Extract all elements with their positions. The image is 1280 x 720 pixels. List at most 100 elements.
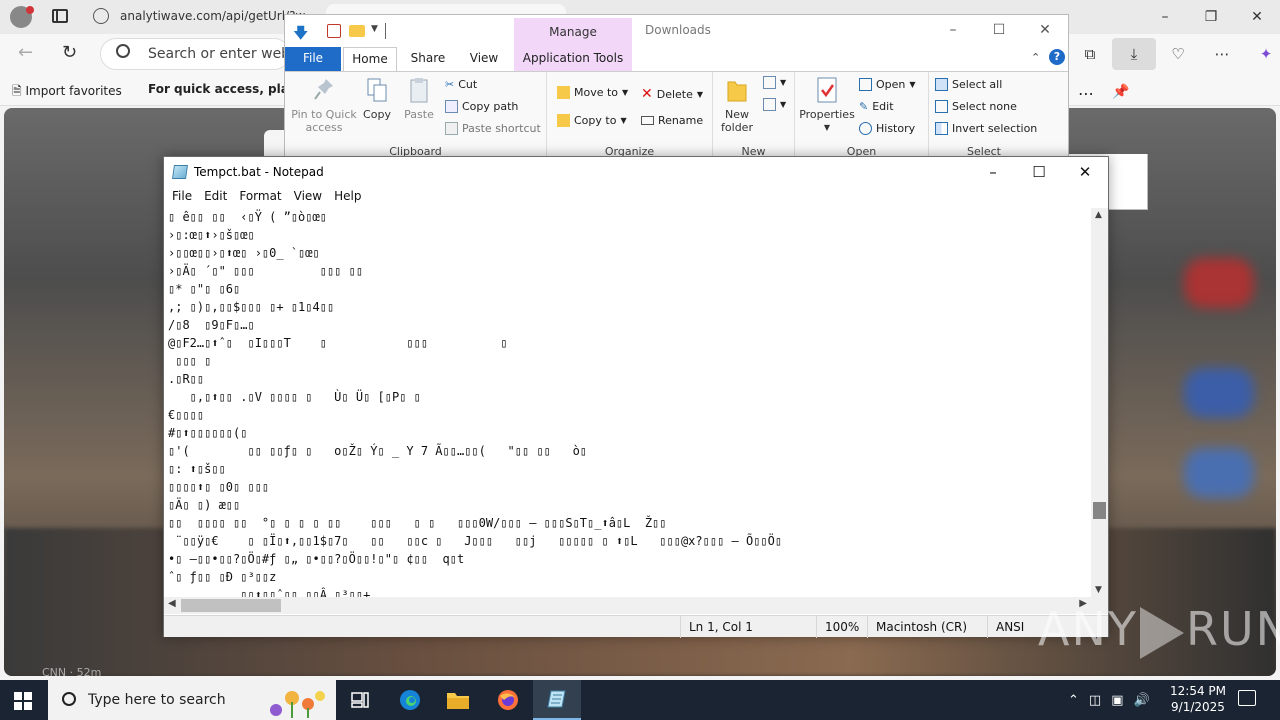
firefox-icon[interactable]	[484, 680, 532, 720]
invert-selection-button[interactable]: Invert selection	[935, 122, 1037, 135]
address-url[interactable]: analytiwave.com/api/getUrl/?w	[120, 9, 305, 23]
copilot-icon[interactable]: ✦	[1244, 38, 1280, 70]
performance-icon[interactable]: ♡	[1156, 38, 1200, 70]
network-icon[interactable]: ▣	[1111, 693, 1123, 708]
menu-format[interactable]: Format	[233, 187, 287, 207]
windows-start-icon[interactable]	[14, 692, 32, 710]
menu-edit[interactable]: Edit	[198, 187, 233, 207]
properties-qat-icon[interactable]: 🡇	[293, 23, 308, 48]
pin-quick-access-button[interactable]: Pin to Quick access	[289, 76, 359, 134]
select-all-button[interactable]: Select all	[935, 78, 1002, 91]
tab-application-tools[interactable]: Application Tools	[514, 47, 632, 71]
properties-button[interactable]: Properties ▼	[799, 76, 855, 134]
help-icon[interactable]: ?	[1049, 49, 1065, 65]
taskbar-search-placeholder[interactable]: Type here to search	[88, 692, 226, 708]
text-line: /▯8 ▯9▯F▯…▯	[168, 318, 255, 332]
paste-shortcut-label: Paste shortcut	[462, 122, 541, 135]
text-editor[interactable]: ▯ ê▯▯ ▯▯ ‹▯Ÿ ( ”▯ò▯œ▯ ›▯:œ▯⬆›▯š▯œ▯ ›▯▯œ▯…	[164, 208, 1091, 597]
rename-icon	[641, 116, 654, 125]
close-icon[interactable]: ✕	[1062, 157, 1108, 187]
profile-avatar[interactable]	[10, 6, 34, 28]
menu-view[interactable]: View	[288, 187, 328, 207]
system-tray: ⌃ ◫ ▣ 🔊	[1068, 680, 1150, 720]
tab-share[interactable]: Share	[403, 47, 453, 71]
import-favorites-link[interactable]: 🗎 Import favorites	[12, 82, 122, 103]
horizontal-scroll-thumb[interactable]	[181, 599, 281, 612]
copy-button[interactable]: Copy	[357, 76, 397, 121]
minimize-icon[interactable]: –	[930, 15, 976, 45]
refresh-icon[interactable]: ↻	[62, 42, 77, 63]
edit-icon: ✎	[859, 100, 869, 113]
downloads-icon[interactable]: ⤓	[1112, 38, 1156, 70]
new-folder-button[interactable]: New folder	[715, 76, 759, 134]
properties-label: Properties	[799, 108, 855, 121]
search-highlight-flowers-icon	[270, 691, 325, 718]
notifications-icon[interactable]	[1238, 690, 1256, 706]
chevron-down-icon[interactable]: ▼	[371, 24, 378, 34]
chevron-down-icon: ▼	[780, 100, 787, 109]
scroll-left-icon[interactable]: ◀	[168, 598, 176, 609]
checkmark-qat-icon[interactable]	[327, 24, 341, 38]
maximize-icon[interactable]: ☐	[976, 15, 1022, 45]
chevron-up-icon[interactable]: ⌃	[1068, 693, 1079, 708]
volume-icon[interactable]: 🔊	[1134, 693, 1150, 708]
maximize-icon[interactable]: ☐	[1016, 157, 1062, 187]
notepad-taskbar-icon[interactable]	[533, 680, 581, 720]
watermark-left: ANY	[1038, 602, 1138, 656]
new-item-icon	[763, 76, 776, 89]
file-explorer-icon[interactable]	[434, 680, 482, 720]
delete-button[interactable]: ✕ Delete ▼	[641, 86, 703, 102]
collections-icon[interactable]: ⧉	[1068, 38, 1112, 70]
delete-label: Delete	[656, 87, 693, 101]
paste-shortcut-icon	[445, 122, 458, 135]
easy-access-button[interactable]: ▼	[763, 98, 786, 111]
copy-to-label: Copy to	[574, 114, 617, 127]
copy-path-button[interactable]: Copy path	[445, 100, 518, 113]
address-bar-placeholder[interactable]: Search or enter web a	[148, 46, 303, 62]
paste-button[interactable]: Paste	[399, 76, 439, 121]
vertical-scrollbar[interactable]: ▲ ▼	[1091, 208, 1108, 597]
notepad-titlebar: Tempct.bat - Notepad – ☐ ✕	[164, 157, 1108, 187]
history-button[interactable]: History	[859, 122, 915, 135]
taskbar-clock[interactable]: 12:54 PM 9/1/2025	[1168, 683, 1228, 715]
text-line: ▯'( ▯▯ ▯▯ƒ▯ ▯ o▯Ž▯ Ý▯ _ Y 7 Ã▯▯…▯▯( "▯▯ …	[168, 444, 588, 458]
tab-actions-icon[interactable]	[52, 9, 68, 23]
site-info-icon[interactable]	[93, 8, 109, 24]
new-item-button[interactable]: ▼	[763, 76, 786, 89]
edge-icon[interactable]	[386, 680, 434, 720]
collapse-ribbon-icon[interactable]: ⌃	[1031, 51, 1040, 64]
favorites-more-icon[interactable]: ⋯	[1078, 84, 1094, 103]
cut-button[interactable]: ✂ Cut	[445, 78, 477, 91]
minimize-icon[interactable]: –	[970, 157, 1016, 187]
menu-help[interactable]: Help	[328, 187, 367, 207]
minimize-icon[interactable]: –	[1142, 0, 1188, 34]
paste-shortcut-button[interactable]: Paste shortcut	[445, 122, 541, 135]
back-icon[interactable]: ←	[18, 42, 33, 63]
restore-icon[interactable]: ❐	[1188, 0, 1234, 34]
copy-to-button[interactable]: Copy to ▼	[557, 114, 627, 127]
move-to-button[interactable]: Move to ▼	[557, 86, 628, 99]
menu-file[interactable]: File	[166, 187, 198, 207]
chevron-down-icon: ▼	[620, 116, 627, 125]
tab-file[interactable]: File	[285, 47, 341, 71]
edit-button[interactable]: ✎ Edit	[859, 100, 894, 113]
scroll-up-icon[interactable]: ▲	[1095, 210, 1102, 220]
select-none-button[interactable]: Select none	[935, 100, 1017, 113]
vertical-scroll-thumb[interactable]	[1093, 502, 1106, 519]
close-icon[interactable]: ✕	[1022, 15, 1068, 45]
more-icon[interactable]: ⋯	[1200, 38, 1244, 70]
scroll-down-icon[interactable]: ▼	[1095, 585, 1102, 595]
pin-icon	[314, 79, 333, 100]
tab-view[interactable]: View	[459, 47, 509, 71]
chevron-down-icon: ▼	[696, 89, 704, 99]
text-line: ›▯▯œ▯▯›▯⬆œ▯ ›▯0_ `▯œ▯	[168, 246, 320, 260]
horizontal-scrollbar[interactable]: ◀ ▶	[164, 597, 1091, 614]
rename-button[interactable]: Rename	[641, 114, 703, 127]
meet-now-icon[interactable]: ◫	[1089, 693, 1101, 708]
tab-home[interactable]: Home	[343, 47, 397, 72]
new-folder-qat-icon[interactable]	[349, 25, 365, 37]
task-view-icon[interactable]	[336, 680, 384, 720]
open-button[interactable]: Open ▼	[859, 78, 916, 91]
close-icon[interactable]: ✕	[1234, 0, 1280, 34]
pin-icon[interactable]: 📌	[1112, 84, 1129, 100]
